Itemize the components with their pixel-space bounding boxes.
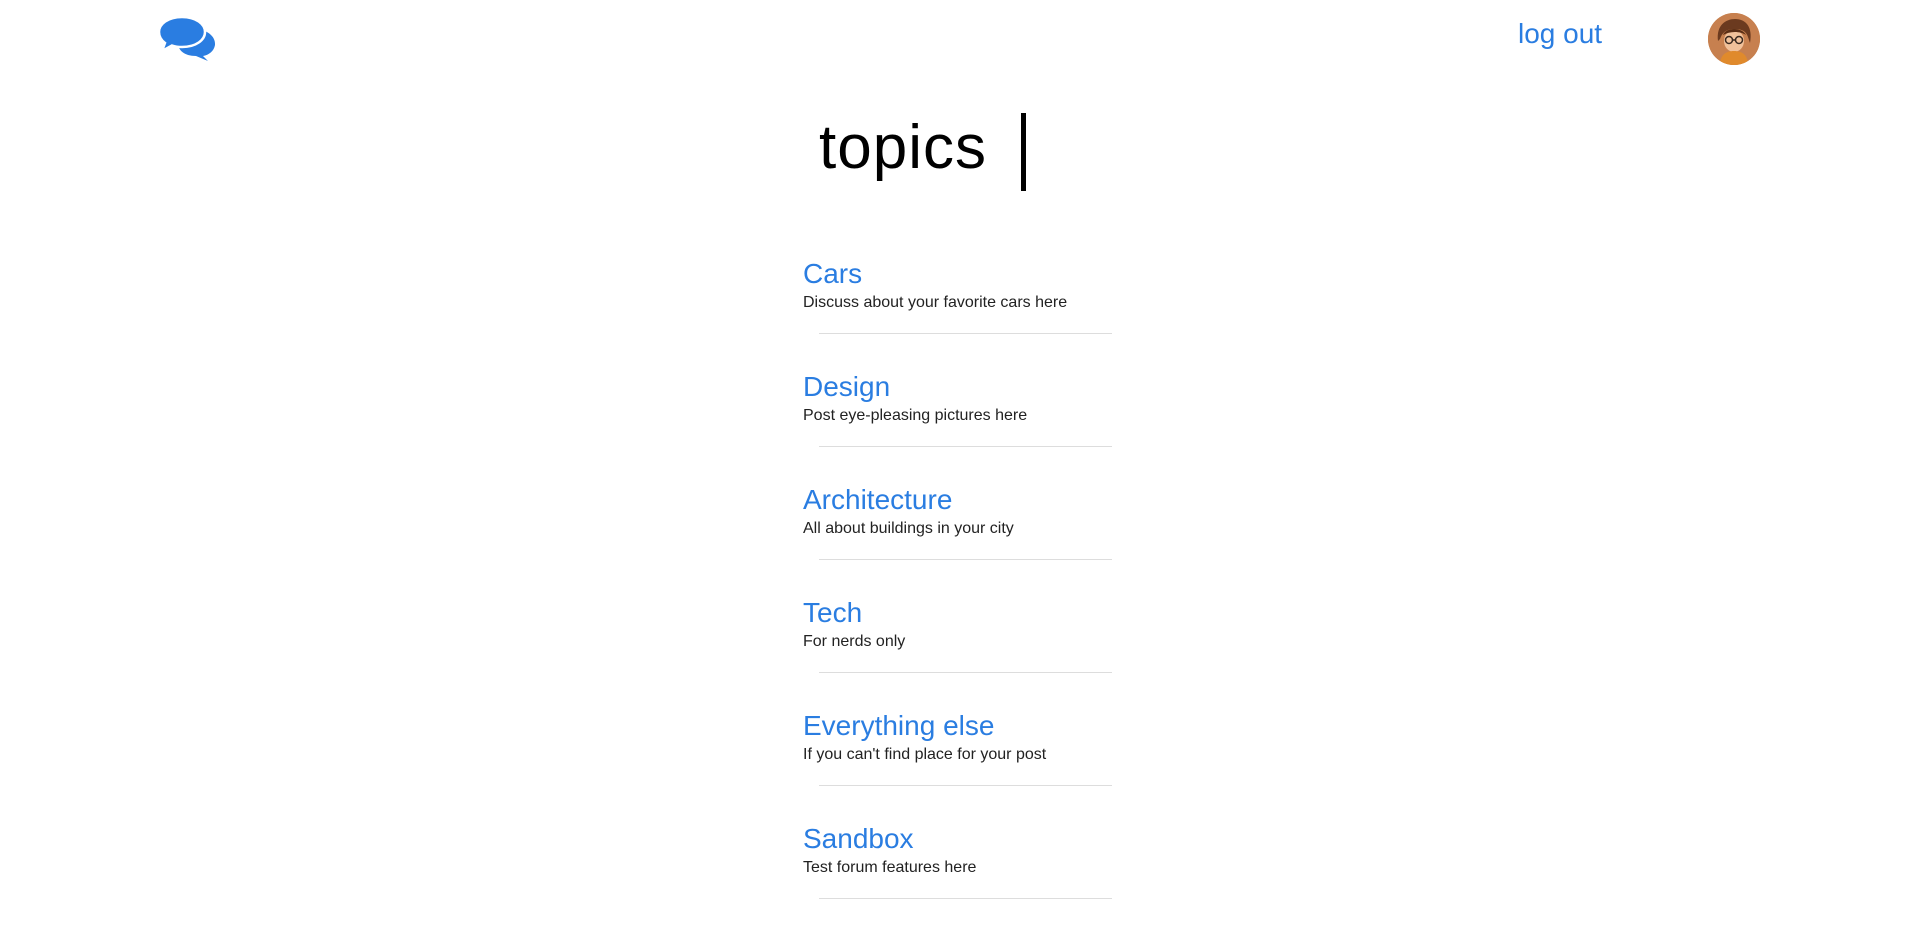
divider [819, 898, 1112, 899]
divider [819, 446, 1112, 447]
topic-link-cars[interactable]: Cars [803, 257, 1123, 291]
list-item: Sandbox Test forum features here [803, 822, 1123, 935]
topic-list: Cars Discuss about your favorite cars he… [803, 257, 1123, 935]
topic-link-everything-else[interactable]: Everything else [803, 709, 1123, 743]
topic-link-tech[interactable]: Tech [803, 596, 1123, 630]
topic-description: Test forum features here [803, 859, 977, 876]
divider [819, 559, 1112, 560]
divider [819, 785, 1112, 786]
topic-description: Discuss about your favorite cars here [803, 294, 1068, 311]
user-avatar[interactable] [1708, 13, 1760, 65]
divider [819, 333, 1112, 334]
page-title-wrap: topics [819, 105, 1026, 191]
typing-cursor [1020, 113, 1026, 191]
list-item: Cars Discuss about your favorite cars he… [803, 257, 1123, 370]
topic-description: For nerds only [803, 633, 906, 650]
divider [819, 672, 1112, 673]
topic-link-sandbox[interactable]: Sandbox [803, 822, 1123, 856]
logout-link[interactable]: log out [1518, 20, 1602, 48]
list-item: Everything else If you can't find place … [803, 709, 1123, 822]
list-item: Design Post eye-pleasing pictures here [803, 370, 1123, 483]
topic-description: Post eye-pleasing pictures here [803, 407, 1028, 424]
list-item: Tech For nerds only [803, 596, 1123, 709]
topic-description: If you can't find place for your post [803, 746, 1047, 763]
topic-description: All about buildings in your city [803, 520, 1014, 537]
page: log out topics Cars Discuss about your f… [0, 0, 1913, 948]
topic-link-architecture[interactable]: Architecture [803, 483, 1123, 517]
list-item: Architecture All about buildings in your… [803, 483, 1123, 596]
topic-link-design[interactable]: Design [803, 370, 1123, 404]
page-title: topics [819, 113, 987, 182]
chat-bubbles-icon[interactable] [157, 15, 216, 61]
